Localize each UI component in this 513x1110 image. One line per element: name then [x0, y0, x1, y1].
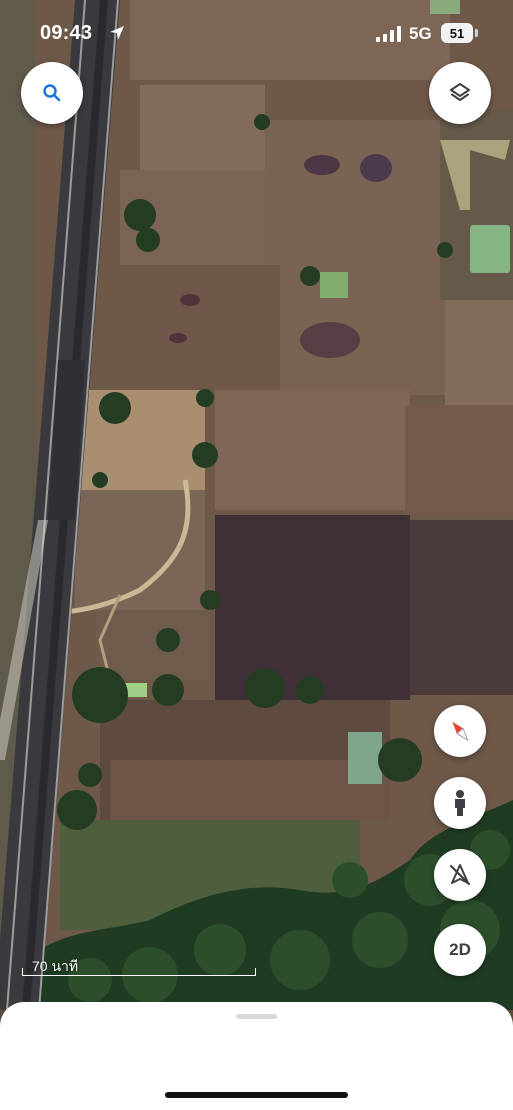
location-arrow-icon [110, 26, 124, 40]
pegman-icon [455, 790, 465, 816]
scale-line [22, 968, 256, 976]
tilt-view-button[interactable] [434, 849, 486, 901]
network-type: 5G [409, 24, 432, 43]
compass-icon [452, 721, 469, 742]
status-bar: 09:43 5G 51 [0, 0, 513, 70]
2d-toggle-button[interactable]: 2D [434, 924, 486, 976]
search-button[interactable] [21, 62, 83, 124]
tilt-view-icon [449, 864, 471, 886]
scale-bar: 70 นาที [22, 956, 258, 980]
layers-icon [450, 83, 470, 101]
layers-button[interactable] [429, 62, 491, 124]
signal-icon [376, 26, 401, 42]
battery-tip [475, 29, 478, 37]
bottom-sheet[interactable] [0, 1002, 513, 1110]
battery-icon: 51 [441, 23, 473, 43]
status-time: 09:43 [40, 22, 93, 44]
home-indicator[interactable] [165, 1092, 348, 1098]
map-imagery [0, 0, 513, 1010]
battery-level: 51 [449, 25, 465, 41]
search-icon [43, 84, 61, 102]
street-view-button[interactable] [434, 777, 486, 829]
satellite-map[interactable] [0, 0, 513, 1010]
compass-button[interactable] [434, 705, 486, 757]
sheet-drag-handle[interactable] [236, 1014, 277, 1019]
